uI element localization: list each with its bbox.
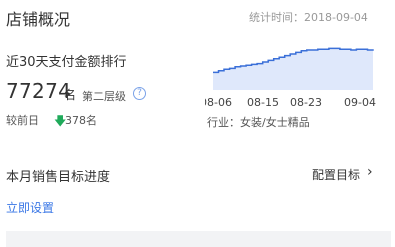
x-tick-label: 08-15 — [247, 96, 279, 109]
progress-bar-track — [6, 231, 391, 247]
tier-label: 第二层级 — [82, 90, 126, 103]
stat-time: 统计时间：2018-09-04 — [249, 11, 368, 24]
config-target-button[interactable]: 配置目标 — [312, 166, 360, 183]
ranking-unit: 名 — [64, 88, 77, 102]
page-title: 店铺概况 — [6, 10, 71, 29]
chevron-right-icon[interactable]: › — [367, 164, 373, 180]
sales-target-title: 本月销售目标进度 — [6, 170, 111, 185]
x-tick-label: 08-06 — [205, 96, 232, 109]
help-icon[interactable]: ? — [133, 87, 146, 100]
ranking-trend-chart: 08-06 08-15 08-23 09-04 — [205, 47, 376, 109]
compare-value: 378名 — [65, 114, 97, 127]
x-tick-label: 09-04 — [344, 96, 376, 109]
x-tick-label: 08-23 — [290, 96, 322, 109]
industry-label: 行业：女装/女士精品 — [207, 116, 310, 129]
set-now-link[interactable]: 立即设置 — [6, 199, 54, 216]
ranking-value: 77274 — [6, 79, 72, 103]
compare-label: 较前日 — [6, 114, 39, 127]
ranking-title: 近30天支付金额排行 — [6, 55, 127, 70]
